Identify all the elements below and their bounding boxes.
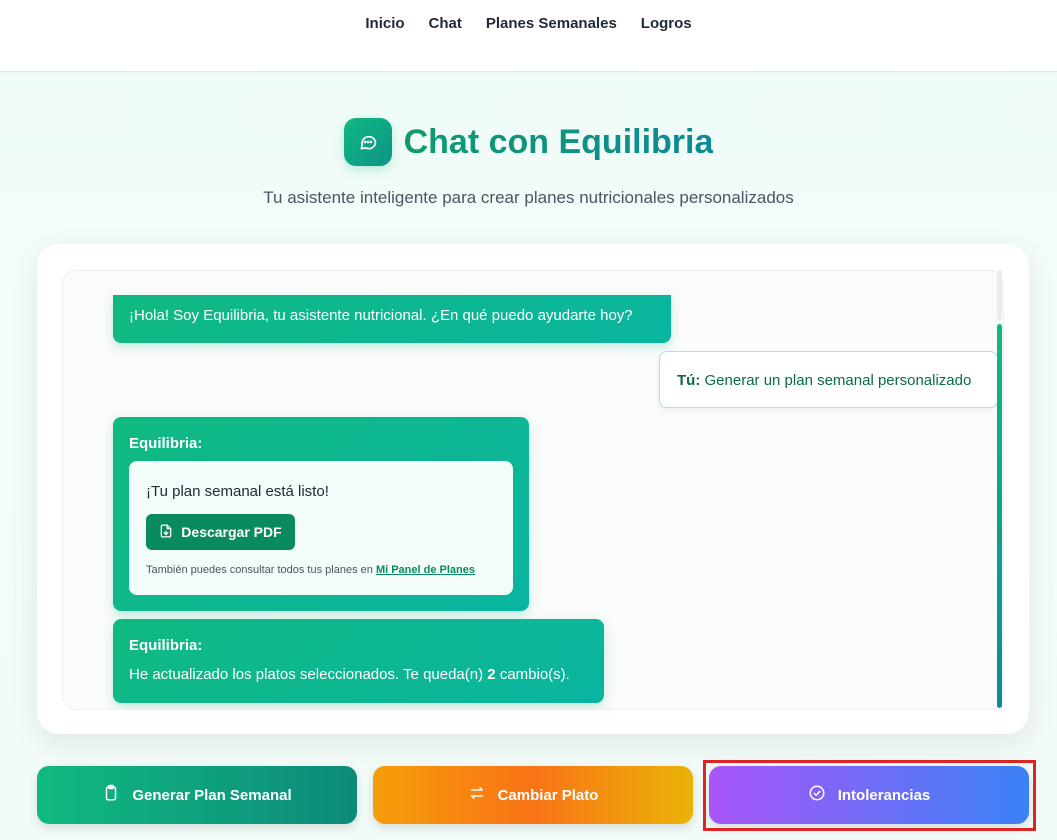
plan-ready-card: ¡Tu plan semanal está listo! Descargar P… (129, 461, 513, 595)
swap-dish-button[interactable]: Cambiar Plato (373, 766, 693, 824)
message-speaker: Equilibria: (129, 637, 203, 654)
file-download-icon (159, 524, 173, 541)
page-header: Chat con Equilibria (0, 118, 1057, 166)
chat-history[interactable]: ¡Hola! Soy Equilibria, tu asistente nutr… (62, 270, 1004, 710)
generate-plan-label: Generar Plan Semanal (132, 786, 292, 804)
message-text-before: He actualizado los platos seleccionados.… (129, 666, 484, 683)
generate-plan-button[interactable]: Generar Plan Semanal (37, 766, 357, 824)
page-subtitle: Tu asistente inteligente para crear plan… (263, 188, 794, 207)
message-text: He actualizado los platos seleccionados.… (129, 666, 570, 683)
message-text-after: cambio(s). (499, 666, 570, 683)
scrollbar-track (997, 270, 1002, 320)
note-text: También puedes consultar todos tus plane… (146, 564, 373, 576)
plan-ready-heading: ¡Tu plan semanal está listo! (146, 483, 329, 500)
check-circle-icon (808, 784, 826, 806)
page-title: Chat con Equilibria (403, 122, 714, 161)
nav-link-logros[interactable]: Logros (641, 15, 692, 32)
chat-bubble-icon (343, 118, 392, 166)
intolerances-button[interactable]: Intolerancias (709, 766, 1029, 824)
message-text: Generar un plan semanal personalizado (704, 372, 972, 389)
download-pdf-button[interactable]: Descargar PDF (146, 514, 295, 550)
plans-panel-note: También puedes consultar todos tus plane… (146, 564, 475, 576)
nav-link-inicio[interactable]: Inicio (365, 15, 404, 32)
intolerances-label: Intolerancias (837, 786, 931, 804)
bot-message: ¡Hola! Soy Equilibria, tu asistente nutr… (113, 295, 671, 343)
message-speaker: Tú: (677, 372, 701, 389)
scrollbar-thumb[interactable] (997, 324, 1002, 708)
user-message: Tú: Generar un plan semanal personalizad… (659, 351, 998, 408)
bot-message: Equilibria: ¡Tu plan semanal está listo!… (113, 417, 529, 611)
clipboard-icon (102, 784, 120, 806)
download-pdf-label: Descargar PDF (181, 524, 282, 540)
chat-card: ¡Hola! Soy Equilibria, tu asistente nutr… (37, 244, 1029, 734)
top-nav: Inicio Chat Planes Semanales Logros (0, 0, 1057, 72)
remaining-changes-count: 2 (487, 666, 496, 683)
plans-panel-link[interactable]: Mi Panel de Planes (376, 564, 475, 576)
nav-link-chat[interactable]: Chat (429, 15, 462, 32)
nav-link-planes-semanales[interactable]: Planes Semanales (486, 15, 617, 32)
swap-arrows-icon (468, 784, 486, 806)
bot-message: Equilibria: He actualizado los platos se… (113, 619, 604, 703)
message-speaker: Equilibria: (129, 435, 203, 452)
swap-dish-label: Cambiar Plato (497, 786, 599, 804)
message-text: ¡Hola! Soy Equilibria, tu asistente nutr… (129, 307, 633, 324)
